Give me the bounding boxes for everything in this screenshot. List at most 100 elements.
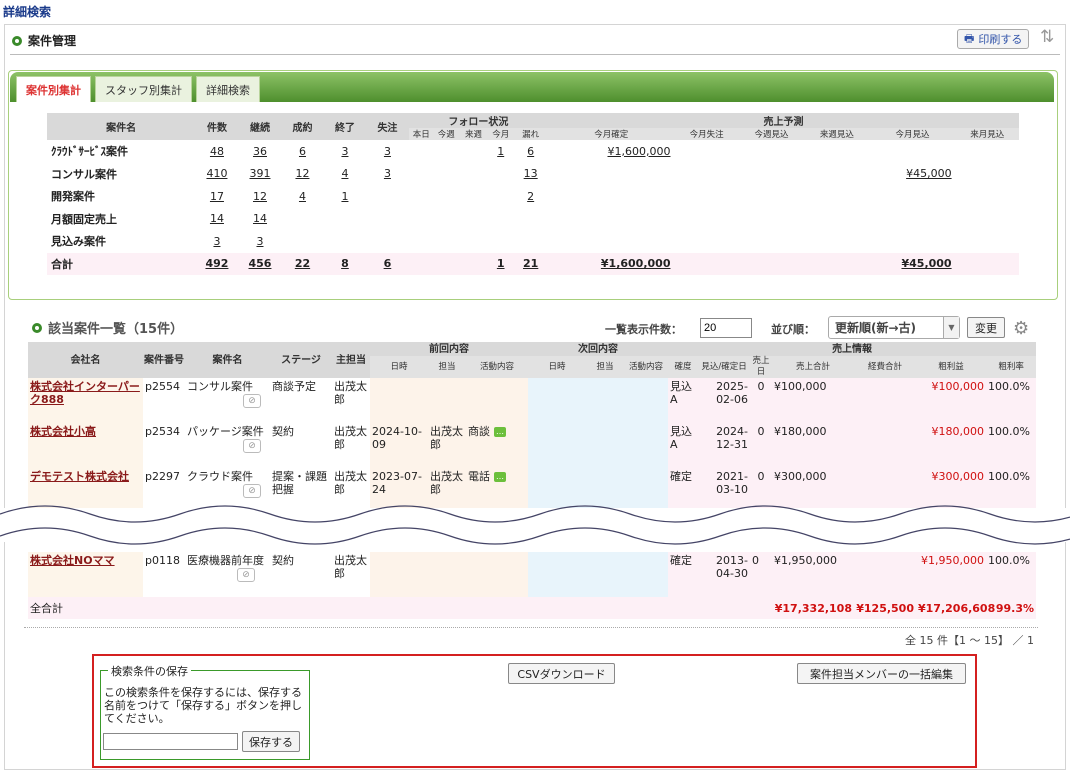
grand-total-profit: ¥17,206,608 bbox=[916, 597, 995, 619]
sales-total: ¥100,000 bbox=[772, 378, 855, 423]
gear-icon[interactable]: ⚙ bbox=[1013, 318, 1029, 339]
probability: 見込A bbox=[668, 423, 699, 468]
summary-name: ｸﾗｳﾄﾞｻｰﾋﾞｽ案件 bbox=[51, 145, 128, 159]
summary-count-link[interactable]: 48 bbox=[210, 145, 224, 158]
link-icon[interactable]: ⊘ bbox=[237, 568, 255, 582]
summary-end-link[interactable]: 3 bbox=[341, 145, 348, 158]
summary-continue-link[interactable]: 391 bbox=[249, 167, 270, 180]
display-count-input[interactable] bbox=[700, 318, 752, 338]
col-case-name: 案件名 bbox=[185, 342, 270, 378]
sub-profit-rate: 粗利率 bbox=[986, 356, 1037, 378]
summary-missed-link[interactable]: 2 bbox=[527, 190, 534, 203]
company-link[interactable]: デモテスト株式会社 bbox=[30, 470, 129, 483]
sub-month-forecast: 今月見込 bbox=[869, 128, 956, 140]
summary-end-link[interactable]: 8 bbox=[341, 257, 349, 270]
summary-continue-link[interactable]: 456 bbox=[249, 257, 272, 270]
summary-this_month-link[interactable]: 1 bbox=[497, 257, 505, 270]
summary-count-link[interactable]: 17 bbox=[210, 190, 224, 203]
summary-continue-link[interactable]: 36 bbox=[253, 145, 267, 158]
link-icon[interactable]: ⊘ bbox=[243, 439, 261, 453]
gross-profit: ¥1,950,000 bbox=[916, 552, 986, 597]
csv-download-button[interactable]: CSVダウンロード bbox=[508, 663, 615, 684]
company-link[interactable]: 株式会社インターパーク888 bbox=[30, 380, 140, 406]
summary-missed-link[interactable]: 21 bbox=[523, 257, 538, 270]
sub-today: 本日 bbox=[408, 128, 434, 140]
summary-lost-link[interactable]: 3 bbox=[384, 167, 391, 180]
company-link[interactable]: 株式会社小高 bbox=[30, 425, 96, 438]
prev-date: 2024-10-09 bbox=[370, 423, 428, 468]
sub-this-month: 今月 bbox=[488, 128, 514, 140]
sub-next-staff: 担当 bbox=[586, 356, 625, 378]
summary-fixed-link[interactable]: ¥1,600,000 bbox=[601, 257, 671, 270]
summary-name: 合計 bbox=[47, 252, 196, 275]
sub-this-week: 今週 bbox=[433, 128, 459, 140]
summary-count-link[interactable]: 14 bbox=[210, 212, 224, 225]
summary-forecast bbox=[870, 185, 956, 208]
sales-day: 0 bbox=[750, 378, 773, 423]
owner: 出茂太郎 bbox=[334, 554, 367, 580]
col-owner: 主担当 bbox=[332, 342, 370, 378]
tab-detail-search[interactable]: 詳細検索 bbox=[196, 76, 260, 102]
bulk-edit-members-button[interactable]: 案件担当メンバーの一括編集 bbox=[797, 663, 966, 684]
col-company: 会社名 bbox=[28, 342, 143, 378]
refresh-icon[interactable]: ⇅ bbox=[1040, 27, 1054, 47]
save-condition-legend: 検索条件の保存 bbox=[108, 663, 191, 679]
summary-continue-link[interactable]: 14 bbox=[253, 212, 267, 225]
prev-activity: 商談 bbox=[468, 425, 490, 438]
sort-select[interactable]: 更新順(新→古) ▼ bbox=[828, 316, 960, 339]
case-name: コンサル案件 bbox=[187, 380, 253, 393]
probability: 見込A bbox=[668, 378, 699, 423]
summary-lost bbox=[366, 208, 408, 231]
summary-success-link[interactable]: 22 bbox=[295, 257, 310, 270]
dotted-divider bbox=[24, 627, 1038, 628]
company-link[interactable]: 株式会社NOママ bbox=[30, 554, 115, 567]
summary-success-link[interactable]: 12 bbox=[295, 167, 309, 180]
sub-month-lost: 今月失注 bbox=[674, 128, 739, 140]
col-case-name: 案件名 bbox=[47, 113, 196, 140]
col-prev: 前回内容 bbox=[370, 342, 529, 356]
sub-next-week: 来週 bbox=[458, 128, 489, 140]
col-stage: ステージ bbox=[270, 342, 332, 378]
save-name-input[interactable] bbox=[103, 733, 238, 750]
summary-lost bbox=[366, 230, 408, 253]
summary-success-link[interactable]: 6 bbox=[299, 145, 306, 158]
summary-forecast-link[interactable]: ¥45,000 bbox=[901, 257, 951, 270]
case-list-table-tail: 株式会社NOママ p0118 医療機器前年度 ⊘ 契約 出茂太郎 確定 2013-… bbox=[28, 552, 1036, 619]
case-no: p0118 bbox=[145, 554, 180, 567]
link-icon[interactable]: ⊘ bbox=[243, 394, 261, 408]
summary-lost-link[interactable]: 6 bbox=[384, 257, 392, 270]
summary-this_month-link[interactable]: 1 bbox=[497, 145, 504, 158]
summary-continue-link[interactable]: 3 bbox=[256, 235, 263, 248]
summary-this_month bbox=[488, 163, 513, 186]
owner: 出茂太郎 bbox=[334, 425, 367, 451]
summary-missed-link[interactable]: 13 bbox=[524, 167, 538, 180]
summary-count-link[interactable]: 3 bbox=[213, 235, 220, 248]
comment-icon[interactable]: … bbox=[494, 472, 506, 482]
summary-end-link[interactable]: 1 bbox=[341, 190, 348, 203]
tab-staff-summary[interactable]: スタッフ別集計 bbox=[95, 76, 192, 102]
col-end: 終了 bbox=[323, 113, 367, 140]
summary-end bbox=[324, 230, 366, 253]
comment-icon[interactable]: … bbox=[494, 427, 506, 437]
stage: 契約 bbox=[272, 554, 294, 567]
summary-forecast-link[interactable]: ¥45,000 bbox=[906, 167, 952, 180]
summary-fixed-link[interactable]: ¥1,600,000 bbox=[608, 145, 671, 158]
summary-missed-link[interactable]: 6 bbox=[527, 145, 534, 158]
summary-lost-link[interactable]: 3 bbox=[384, 145, 391, 158]
stage: 契約 bbox=[272, 425, 294, 438]
tab-case-summary[interactable]: 案件別集計 bbox=[16, 76, 91, 102]
sub-next-activity: 活動内容 bbox=[624, 356, 669, 378]
summary-end-link[interactable]: 4 bbox=[341, 167, 348, 180]
summary-continue-link[interactable]: 12 bbox=[253, 190, 267, 203]
sub-next-month-forecast: 来月見込 bbox=[955, 128, 1019, 140]
summary-count-link[interactable]: 410 bbox=[206, 167, 227, 180]
list-header: 該当案件一覧（15件） bbox=[32, 318, 183, 337]
save-button[interactable]: 保存する bbox=[242, 731, 300, 752]
link-icon[interactable]: ⊘ bbox=[243, 484, 261, 498]
summary-count-link[interactable]: 492 bbox=[205, 257, 228, 270]
print-button[interactable]: 🖶 印刷する bbox=[957, 29, 1030, 49]
grand-total-sales: ¥17,332,108 bbox=[772, 597, 854, 619]
change-button[interactable]: 変更 bbox=[967, 317, 1005, 338]
summary-success-link[interactable]: 4 bbox=[299, 190, 306, 203]
summary-end bbox=[324, 208, 366, 231]
